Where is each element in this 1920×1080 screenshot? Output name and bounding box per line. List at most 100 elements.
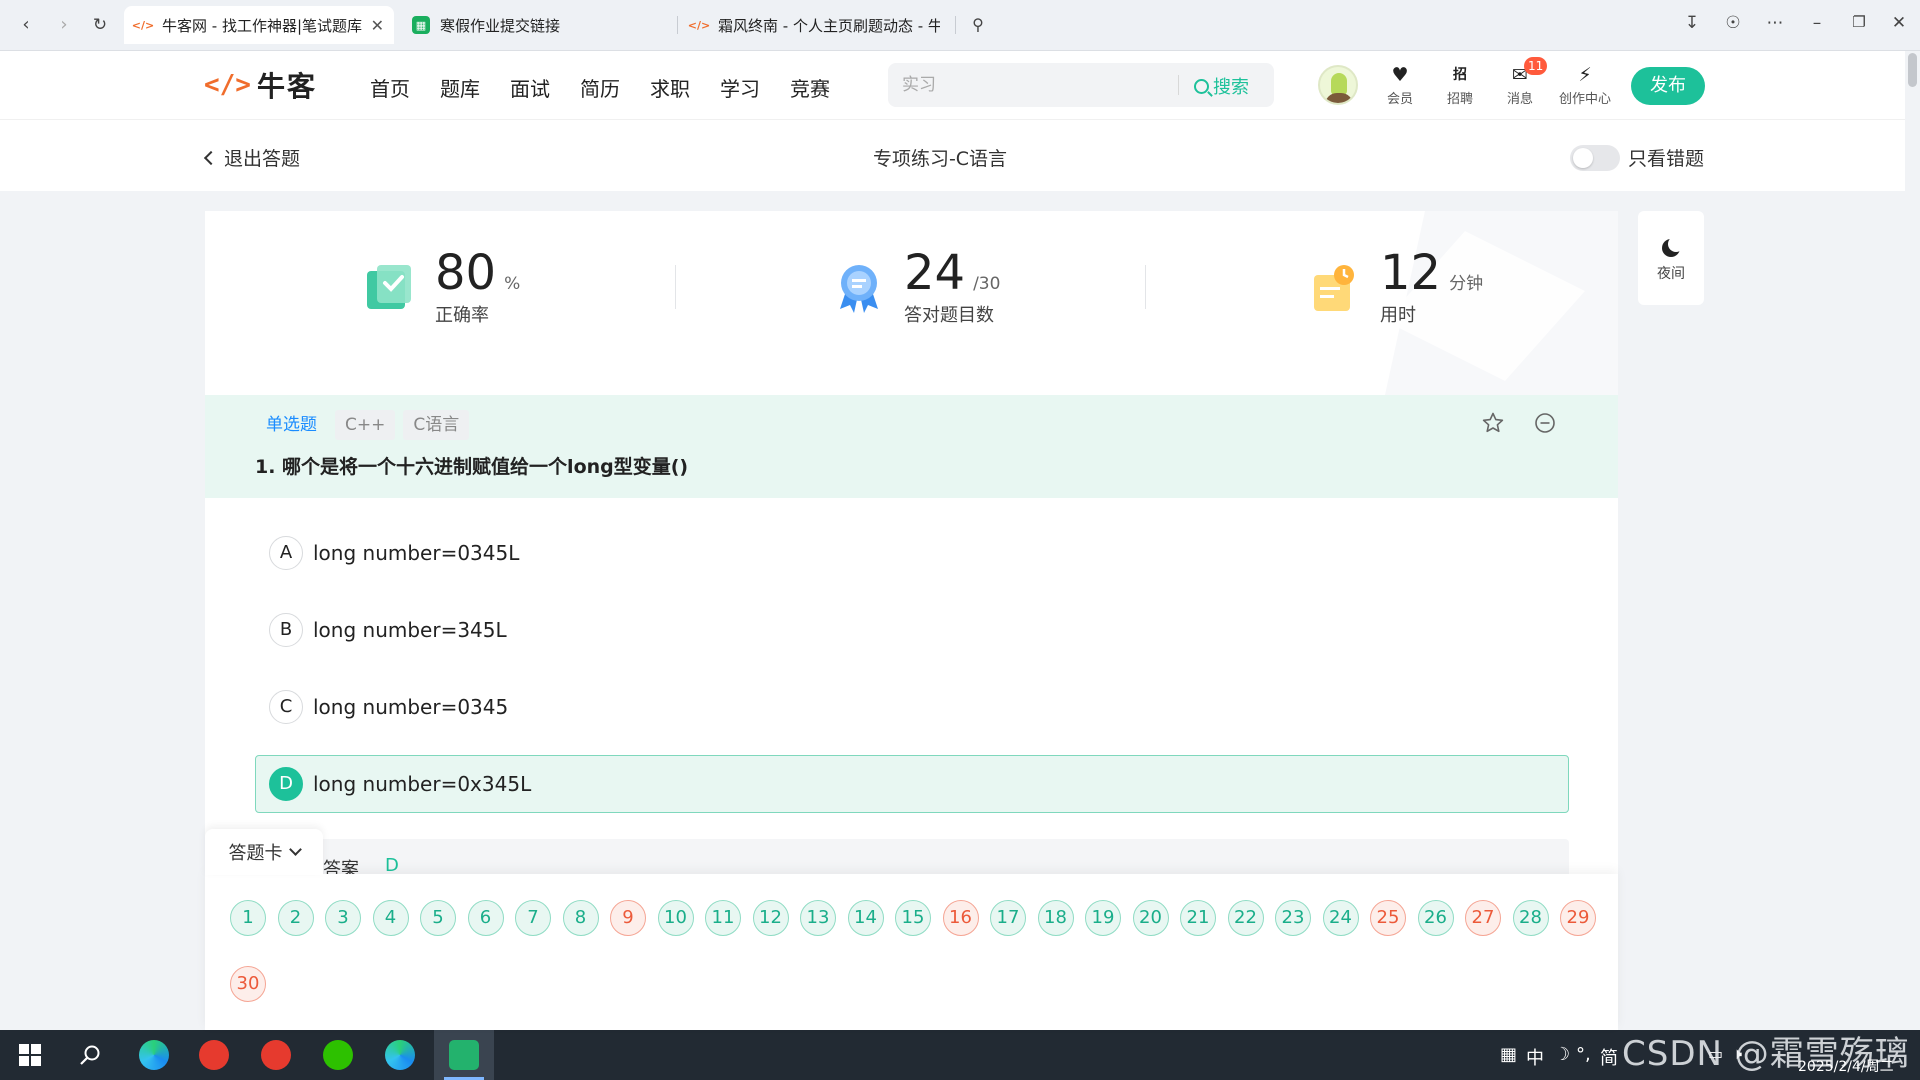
taskbar-app-wechat[interactable]: [308, 1030, 368, 1080]
tab-search-icon[interactable]: ⚲: [966, 13, 990, 37]
question-number-20[interactable]: 20: [1132, 900, 1169, 936]
taskbar-app-edge-2[interactable]: [370, 1030, 430, 1080]
publish-button[interactable]: 发布: [1631, 67, 1705, 105]
punctuation-icon[interactable]: °,: [1576, 1044, 1591, 1065]
option-c[interactable]: C long number=0345: [255, 678, 1569, 736]
question-number-25[interactable]: 25: [1370, 900, 1406, 936]
question-number-14[interactable]: 14: [847, 900, 884, 936]
question-number-12[interactable]: 12: [752, 900, 789, 936]
nav-item-question-bank[interactable]: 题库: [440, 73, 510, 102]
question-number-19[interactable]: 19: [1085, 900, 1121, 936]
avatar[interactable]: [1318, 65, 1358, 105]
night-mode-button[interactable]: 夜间: [1638, 211, 1704, 305]
question-number-29[interactable]: 29: [1560, 900, 1596, 936]
question-number-6[interactable]: 6: [467, 900, 504, 936]
answer-sheet-toggle[interactable]: 答题卡: [205, 829, 323, 875]
nav-item-jobs[interactable]: 求职: [650, 73, 720, 102]
browser-tab-profile[interactable]: </> 霜风终南 - 个人主页刷题动态 - 牛客: [680, 6, 950, 44]
nav-item-interview[interactable]: 面试: [510, 73, 580, 102]
question-number-28[interactable]: 28: [1512, 900, 1549, 936]
question-number-2[interactable]: 2: [277, 900, 314, 936]
download-icon[interactable]: ↧: [1679, 13, 1705, 33]
site-header: </> 牛客 首页 题库 面试 简历 求职 学习 竞赛 搜索 ♥ 会员 招 招聘…: [0, 51, 1920, 119]
taskbar-search-button[interactable]: [60, 1030, 120, 1080]
creator-center-link[interactable]: ⚡ 创作中心: [1553, 63, 1617, 107]
option-b[interactable]: B long number=345L: [255, 601, 1569, 659]
question-number-17[interactable]: 17: [990, 900, 1026, 936]
question-number-7[interactable]: 7: [515, 900, 551, 936]
question-number-30[interactable]: 30: [230, 966, 266, 1002]
page-scrollbar[interactable]: [1905, 51, 1920, 1030]
time-unit: 分钟: [1449, 274, 1484, 294]
question-number-4[interactable]: 4: [372, 900, 409, 936]
nav-item-resume[interactable]: 简历: [580, 73, 650, 102]
question-number-5[interactable]: 5: [420, 900, 456, 936]
question-number-3[interactable]: 3: [325, 900, 361, 936]
stat-divider: [1145, 265, 1146, 309]
more-icon[interactable]: ⋯: [1762, 13, 1788, 33]
taskbar-app-browser[interactable]: [434, 1030, 494, 1080]
option-text: long number=0345L: [313, 541, 520, 565]
question-number-15[interactable]: 15: [895, 900, 931, 936]
forward-icon[interactable]: ›: [52, 13, 76, 37]
edge-icon: [385, 1040, 415, 1070]
nav-item-home[interactable]: 首页: [370, 73, 440, 102]
question-number-21[interactable]: 21: [1180, 900, 1216, 936]
wechat-icon: [323, 1040, 353, 1070]
nowcoder-favicon-icon: </>: [687, 18, 711, 32]
back-icon[interactable]: ‹: [14, 13, 38, 37]
browser-tab-homework[interactable]: ▦ 寒假作业提交链接: [402, 6, 672, 44]
question-number-10[interactable]: 10: [657, 900, 694, 936]
accuracy-label: 正确率: [435, 305, 489, 326]
taskbar-app-2[interactable]: [246, 1030, 306, 1080]
taskbar-app-edge[interactable]: [124, 1030, 184, 1080]
browser-tab-nowcoder[interactable]: </> 牛客网 - 找工作神器|笔试题库 ✕: [124, 6, 394, 44]
question-number-13[interactable]: 13: [800, 900, 836, 936]
input-language[interactable]: 中: [1526, 1044, 1544, 1070]
wrong-only-toggle[interactable]: 只看错题: [1570, 144, 1704, 171]
reload-icon[interactable]: ↻: [88, 13, 112, 37]
search-input[interactable]: [902, 73, 1162, 97]
option-letter: C: [269, 690, 303, 724]
question-number-9[interactable]: 9: [610, 900, 646, 936]
question-number-18[interactable]: 18: [1037, 900, 1074, 936]
vip-link[interactable]: ♥ 会员: [1372, 63, 1428, 107]
question-number-26[interactable]: 26: [1417, 900, 1454, 936]
start-button[interactable]: [0, 1030, 60, 1080]
topic-tag[interactable]: C语言: [403, 410, 470, 440]
globe-icon[interactable]: ☉: [1720, 13, 1746, 33]
remove-circle-icon[interactable]: [1533, 411, 1557, 435]
toggle-switch[interactable]: [1570, 144, 1620, 171]
moon-tray-icon[interactable]: ☽: [1554, 1044, 1570, 1065]
ime-mode[interactable]: 简: [1600, 1044, 1618, 1070]
nav-item-learning[interactable]: 学习: [720, 73, 790, 102]
nav-item-contest[interactable]: 竞赛: [790, 73, 860, 102]
question-number-22[interactable]: 22: [1227, 900, 1264, 936]
minimize-icon[interactable]: –: [1804, 13, 1830, 33]
nowcoder-logo[interactable]: </> 牛客: [204, 65, 317, 105]
question-number-27[interactable]: 27: [1465, 900, 1501, 936]
topic-tag[interactable]: C++: [335, 410, 396, 440]
option-text: long number=0345: [313, 695, 509, 719]
tab-title: 牛客网 - 找工作神器|笔试题库: [162, 16, 363, 35]
messages-link[interactable]: ✉ 11 消息: [1492, 57, 1548, 107]
scrollbar-thumb[interactable]: [1908, 53, 1917, 87]
question-number-23[interactable]: 23: [1275, 900, 1311, 936]
option-d[interactable]: D long number=0x345L: [255, 755, 1569, 813]
close-tab-icon[interactable]: ✕: [371, 16, 384, 35]
taskbar-app-1[interactable]: [184, 1030, 244, 1080]
question-number-11[interactable]: 11: [705, 900, 741, 936]
question-number-1[interactable]: 1: [230, 900, 266, 936]
option-a[interactable]: A long number=0345L: [255, 524, 1569, 582]
question-number-8[interactable]: 8: [562, 900, 599, 936]
search-button[interactable]: 搜索: [1194, 73, 1249, 99]
close-window-icon[interactable]: ✕: [1886, 13, 1912, 33]
nowcoder-favicon-icon: </>: [131, 18, 155, 32]
jobs-link[interactable]: 招 招聘: [1432, 63, 1488, 107]
search-icon: [80, 1045, 100, 1065]
restore-icon[interactable]: ❐: [1846, 13, 1872, 31]
question-number-24[interactable]: 24: [1322, 900, 1359, 936]
favorite-star-icon[interactable]: [1481, 411, 1505, 435]
question-number-16[interactable]: 16: [942, 900, 979, 936]
input-grid-icon[interactable]: ▦: [1500, 1044, 1517, 1065]
